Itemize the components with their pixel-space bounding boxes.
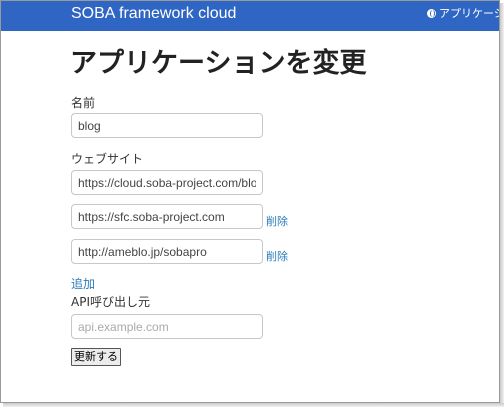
navbar: SOBA framework cloud アプリケーシ	[1, 1, 499, 31]
browser-window: SOBA framework cloud アプリケーシ アプリケーションを変更 …	[0, 0, 500, 403]
brand-link[interactable]: SOBA framework cloud	[71, 4, 236, 24]
website-input-1[interactable]	[71, 170, 263, 195]
api-caller-input[interactable]	[71, 314, 263, 339]
website-input-3[interactable]	[71, 239, 263, 264]
update-button[interactable]: 更新する	[71, 348, 121, 366]
applications-nav-link[interactable]: アプリケーシ	[427, 7, 500, 21]
delete-website-3-link[interactable]: 削除	[266, 248, 288, 264]
applications-nav-label: アプリケーシ	[439, 7, 500, 20]
window-shadow-right	[500, 3, 504, 405]
window-shadow-bottom	[3, 403, 504, 407]
name-label: 名前	[71, 96, 96, 110]
add-website-link[interactable]: 追加	[71, 275, 95, 292]
delete-website-2-link[interactable]: 削除	[266, 213, 288, 229]
api-caller-label: API呼び出し元	[71, 295, 150, 309]
globe-icon	[427, 9, 436, 18]
name-input[interactable]	[71, 113, 263, 138]
website-input-2[interactable]	[71, 204, 263, 229]
website-label: ウェブサイト	[71, 152, 144, 166]
page-title: アプリケーションを変更	[70, 48, 367, 79]
